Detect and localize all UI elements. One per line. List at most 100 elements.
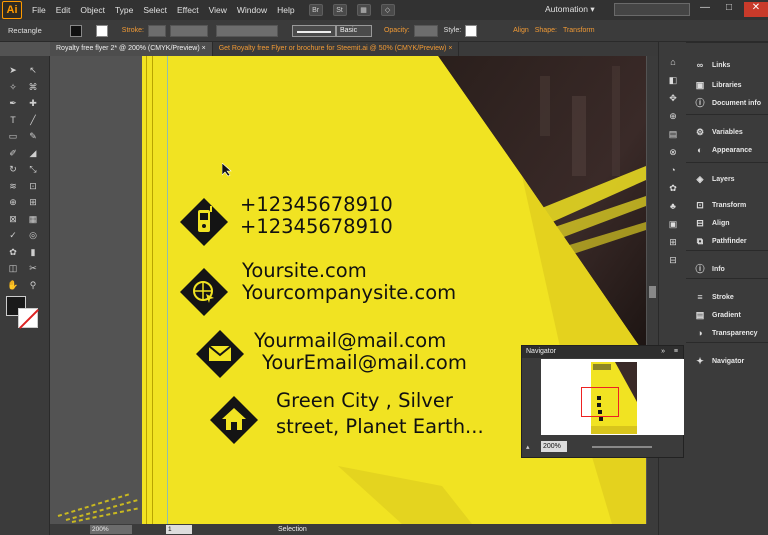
eyedropper-icon[interactable]: ✓ (6, 229, 20, 241)
stroke-swatch[interactable] (95, 24, 108, 37)
menu-view[interactable]: View (209, 5, 227, 15)
dock-strip-icon[interactable]: ⊞ (667, 236, 679, 248)
tab-close-icon[interactable]: × (448, 45, 452, 52)
dock-item-transform[interactable]: ⊡ Transform (686, 196, 768, 214)
gradient-icon[interactable]: ▦ (26, 213, 40, 225)
dock-item-navigator[interactable]: ✦ Navigator (686, 352, 768, 370)
maximize-button[interactable]: □ (720, 2, 738, 17)
dock-strip-icon[interactable]: ▣ (667, 218, 679, 230)
menu-type[interactable]: Type (115, 5, 133, 15)
paintbrush-icon[interactable]: ✎ (26, 130, 40, 142)
dock-strip-icon[interactable]: ✿ (667, 182, 679, 194)
brush-basic-field[interactable]: Basic (335, 24, 372, 37)
transform-label[interactable]: Transform (563, 27, 595, 34)
dock-item-document-info[interactable]: ⓘ Document info (686, 94, 768, 112)
pencil-icon[interactable]: ✐ (6, 147, 20, 159)
shape-builder-icon[interactable]: ⊕ (6, 196, 20, 208)
perspective-icon[interactable]: ⊞ (26, 196, 40, 208)
collapse-icon[interactable]: » (661, 346, 665, 358)
shape-label[interactable]: Shape: (535, 27, 557, 34)
navigator-view-box[interactable] (581, 387, 619, 417)
blend-icon[interactable]: ◎ (26, 229, 40, 241)
navigator-zoom-slider[interactable] (592, 446, 652, 448)
panel-menu-icon[interactable]: ≡ (674, 346, 678, 358)
minimize-button[interactable]: — (696, 2, 714, 17)
dock-item-links[interactable]: ∞ Links (686, 56, 768, 74)
add-anchor-icon[interactable]: ✚ (26, 97, 40, 109)
dock-item-appearance[interactable]: ◐ Appearance (686, 141, 768, 159)
tab-close-icon[interactable]: × (202, 45, 206, 52)
dock-item-stroke[interactable]: ≡ Stroke (686, 288, 768, 306)
dock-strip-icon[interactable]: ⌂ (667, 56, 679, 68)
opacity-label[interactable]: Opacity: (384, 27, 410, 34)
dock-strip-icon[interactable]: ⊟ (667, 254, 679, 266)
stroke-weight-field[interactable] (147, 24, 166, 37)
artboard-number-field[interactable]: 1 (166, 525, 192, 534)
fill-swatch[interactable] (69, 24, 82, 37)
free-transform-icon[interactable]: ⊡ (26, 180, 40, 192)
opacity-field[interactable] (413, 24, 438, 37)
magic-wand-icon[interactable]: ✧ (6, 81, 20, 93)
menu-help[interactable]: Help (277, 5, 294, 15)
tab-royalty-free-flyer[interactable]: Royalty free flyer 2* @ 200% (CMYK/Previ… (50, 42, 213, 56)
dock-strip-icon[interactable]: ⊗ (667, 146, 679, 158)
dock-strip-icon[interactable]: ▤ (667, 128, 679, 140)
zoom-icon[interactable]: ⚲ (26, 279, 40, 291)
line-icon[interactable]: ╱ (26, 114, 40, 126)
hand-icon[interactable]: ✋ (6, 279, 20, 291)
brush-definition-dropdown[interactable] (291, 24, 336, 37)
dock-strip-icon[interactable]: ◧ (667, 74, 679, 86)
align-label[interactable]: Align (513, 27, 529, 34)
stroke-color-swatch[interactable] (18, 308, 38, 328)
scroll-thumb[interactable] (649, 286, 656, 298)
dock-strip-icon[interactable]: ✥ (667, 92, 679, 104)
selection-icon[interactable]: ➤ (6, 64, 20, 76)
gpu-performance-icon[interactable]: ◇ (380, 4, 395, 16)
navigator-zoom-field[interactable]: 200% (541, 441, 567, 452)
dock-item-transparency[interactable]: ◑ Transparency (686, 324, 768, 342)
pen-icon[interactable]: ✒ (6, 97, 20, 109)
menu-edit[interactable]: Edit (56, 5, 71, 15)
menu-effect[interactable]: Effect (177, 5, 199, 15)
symbol-sprayer-icon[interactable]: ✿ (6, 246, 20, 258)
variable-width-dropdown[interactable] (215, 24, 278, 37)
dock-item-align[interactable]: ⊟ Align (686, 214, 768, 232)
dock-item-variables[interactable]: ⚙ Variables (686, 123, 768, 141)
stroke-label[interactable]: Stroke: (122, 27, 144, 34)
zoom-out-icon[interactable]: ▴ (526, 443, 530, 451)
dock-item-layers[interactable]: ◈ Layers (686, 170, 768, 188)
dock-strip-icon[interactable]: ♣ (667, 200, 679, 212)
workspace-switcher[interactable]: Automation ▾ (545, 4, 595, 15)
menu-window[interactable]: Window (237, 5, 267, 15)
dock-item-pathfinder[interactable]: ⧉ Pathfinder (686, 232, 768, 250)
mesh-icon[interactable]: ⊠ (6, 213, 20, 225)
dock-strip-icon[interactable]: ⊕ (667, 110, 679, 122)
eraser-icon[interactable]: ◢ (26, 147, 40, 159)
help-search-input[interactable] (614, 3, 690, 16)
stroke-weight-dropdown[interactable] (169, 24, 208, 37)
close-button[interactable]: ✕ (744, 2, 768, 17)
navigator-preview[interactable] (541, 359, 684, 435)
arrange-documents-icon[interactable]: ▦ (356, 4, 371, 16)
slice-icon[interactable]: ✂ (26, 262, 40, 274)
artboard-icon[interactable]: ◫ (6, 262, 20, 274)
type-icon[interactable]: T (6, 114, 20, 126)
dock-item-gradient[interactable]: ▤ Gradient (686, 306, 768, 324)
bridge-button[interactable]: Br (308, 4, 323, 16)
rotate-icon[interactable]: ↻ (6, 163, 20, 175)
scale-icon[interactable]: ⤡ (26, 163, 40, 175)
direct-selection-icon[interactable]: ↖ (26, 64, 40, 76)
menu-object[interactable]: Object (80, 5, 105, 15)
rectangle-icon[interactable]: ▭ (6, 130, 20, 142)
zoom-level-field[interactable]: 200% (90, 525, 132, 534)
column-graph-icon[interactable]: ▮ (26, 246, 40, 258)
lasso-icon[interactable]: ⌘ (26, 81, 40, 93)
menu-select[interactable]: Select (143, 5, 167, 15)
dock-item-libraries[interactable]: ▣ Libraries (686, 76, 768, 94)
phone-diamond[interactable] (178, 196, 230, 248)
navigator-header[interactable]: Navigator » ≡ (522, 346, 683, 358)
stock-button[interactable]: St (332, 4, 347, 16)
graphic-style-swatch[interactable] (465, 24, 478, 37)
tab-steemit-brochure[interactable]: Get Royalty free Flyer or brochure for S… (212, 42, 460, 56)
menu-file[interactable]: File (32, 5, 46, 15)
